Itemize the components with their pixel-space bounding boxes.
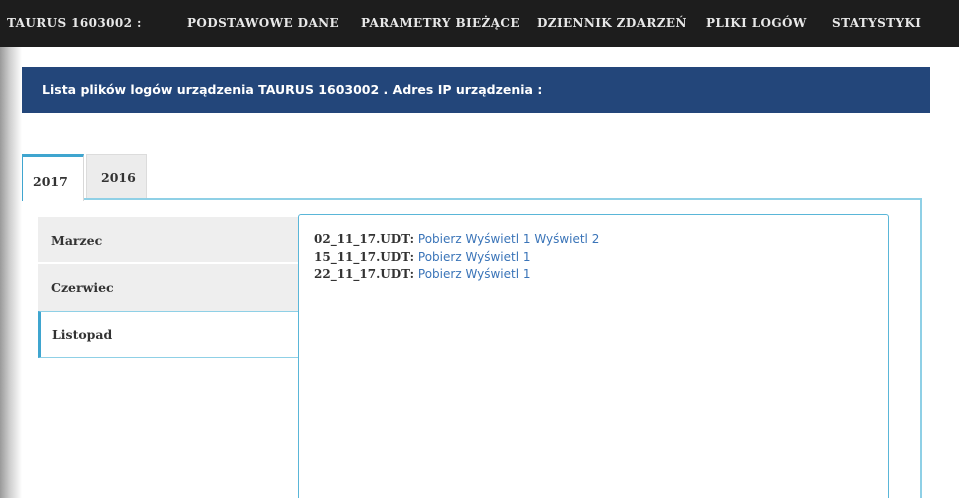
top-navigation: TAURUS 1603002 : PODSTAWOWE DANE PARAMET… [0,0,959,47]
tab-2017[interactable]: 2017 [22,154,84,201]
file-row: 02_11_17.UDT: Pobierz Wyświetl 1 Wyświet… [314,232,599,246]
nav-item-device[interactable]: TAURUS 1603002 : [7,16,142,30]
month-label: Listopad [52,327,113,342]
view-1-link[interactable]: Wyświetl 1 [465,250,530,264]
month-label: Czerwiec [51,280,114,295]
file-name: 15_11_17.UDT: [314,250,415,264]
download-link[interactable]: Pobierz [418,250,462,264]
file-row: 22_11_17.UDT: Pobierz Wyświetl 1 [314,267,530,281]
download-link[interactable]: Pobierz [418,232,462,246]
month-item-czerwiec[interactable]: Czerwiec [38,264,299,311]
left-shadow [0,47,22,498]
view-2-link[interactable]: Wyświetl 2 [534,232,599,246]
nav-item-current-parameters[interactable]: PARAMETRY BIEŻĄCE [361,16,520,30]
tab-label: 2017 [33,174,68,189]
file-list-panel: 02_11_17.UDT: Pobierz Wyświetl 1 Wyświet… [298,214,889,498]
month-label: Marzec [51,233,103,248]
file-name: 22_11_17.UDT: [314,267,415,281]
nav-item-log-files[interactable]: PLIKI LOGÓW [706,16,807,30]
view-1-link[interactable]: Wyświetl 1 [465,267,530,281]
file-name: 02_11_17.UDT: [314,232,415,246]
nav-item-event-log[interactable]: DZIENNIK ZDARZEŃ [537,16,687,30]
month-item-listopad[interactable]: Listopad [38,311,299,358]
file-row: 15_11_17.UDT: Pobierz Wyświetl 1 [314,250,530,264]
nav-item-statistics[interactable]: STATYSTYKI [832,16,921,30]
tab-label: 2016 [101,170,136,185]
view-1-link[interactable]: Wyświetl 1 [465,232,530,246]
tab-panel-border-right [920,198,922,498]
tab-2016[interactable]: 2016 [86,154,147,200]
page-title: Lista plików logów urządzenia TAURUS 160… [42,82,543,97]
tab-panel-border-top [84,198,922,200]
nav-item-basic-data[interactable]: PODSTAWOWE DANE [187,16,339,30]
month-item-marzec[interactable]: Marzec [38,217,299,263]
download-link[interactable]: Pobierz [418,267,462,281]
page-title-banner: Lista plików logów urządzenia TAURUS 160… [22,67,930,113]
